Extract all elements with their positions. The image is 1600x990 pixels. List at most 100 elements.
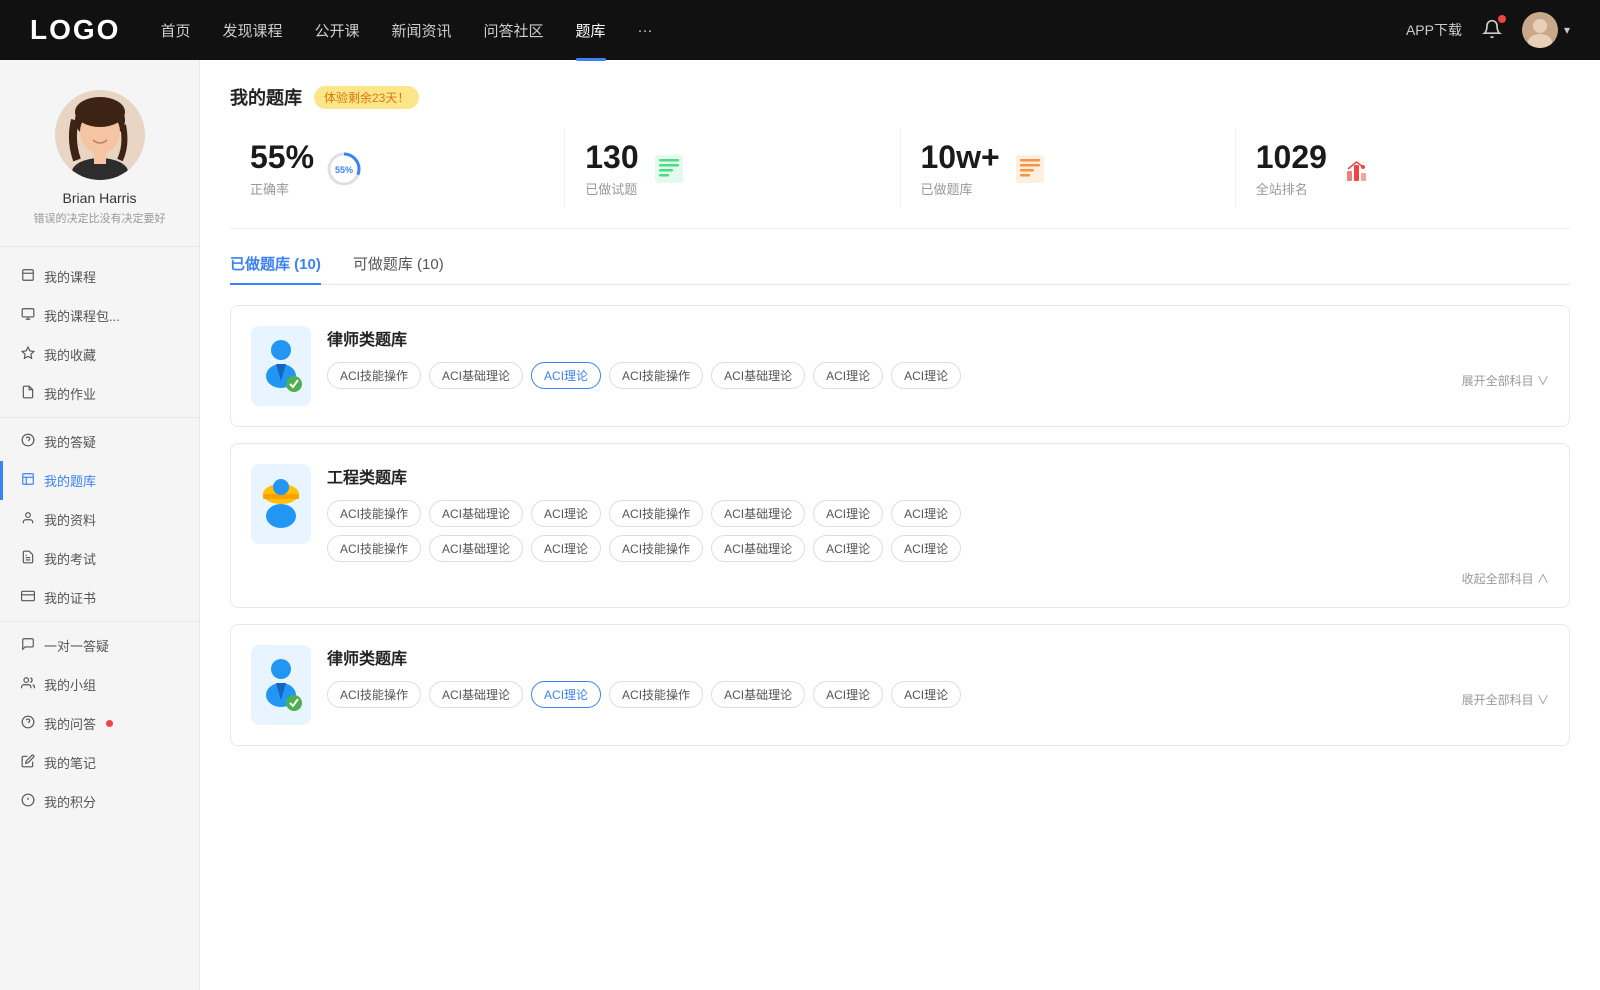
collapse-link-2[interactable]: 收起全部科目 ∧ bbox=[327, 570, 1549, 587]
expand-link-3[interactable]: 展开全部科目 ∨ bbox=[1462, 691, 1549, 708]
tag[interactable]: ACI基础理论 bbox=[429, 535, 523, 562]
qbank-card-3: 律师类题库 ACI技能操作 ACI基础理论 ACI理论 ACI技能操作 ACI基… bbox=[230, 624, 1570, 746]
logo[interactable]: LOGO bbox=[30, 14, 120, 46]
sidebar-item-my-courses[interactable]: 我的课程 bbox=[0, 257, 199, 296]
sidebar-item-course-packages[interactable]: 我的课程包... bbox=[0, 296, 199, 335]
qbank-card-2: 工程类题库 ACI技能操作 ACI基础理论 ACI理论 ACI技能操作 ACI基… bbox=[230, 443, 1570, 608]
sidebar-label: 我的资料 bbox=[44, 510, 96, 529]
expand-link-1[interactable]: 展开全部科目 ∨ bbox=[1462, 372, 1549, 389]
tag[interactable]: ACI理论 bbox=[813, 362, 883, 389]
chevron-icon: ▾ bbox=[1564, 23, 1570, 37]
notification-badge bbox=[1498, 15, 1506, 23]
tag[interactable]: ACI理论 bbox=[531, 535, 601, 562]
unread-dot bbox=[106, 720, 113, 727]
stat-rank-value: 1029 bbox=[1256, 140, 1327, 175]
points-icon bbox=[20, 793, 36, 810]
notification-bell[interactable] bbox=[1482, 19, 1502, 42]
page-title-row: 我的题库 体验剩余23天！ bbox=[230, 84, 1570, 110]
tag[interactable]: ACI基础理论 bbox=[429, 500, 523, 527]
tag[interactable]: ACI理论 bbox=[813, 681, 883, 708]
nav-discover[interactable]: 发现课程 bbox=[222, 20, 282, 41]
trial-badge: 体验剩余23天！ bbox=[314, 86, 419, 109]
cert-icon bbox=[20, 589, 36, 606]
done-banks-icon bbox=[1012, 151, 1048, 187]
qbank-title-3: 律师类题库 bbox=[327, 645, 1549, 669]
tag[interactable]: ACI基础理论 bbox=[429, 681, 523, 708]
tag[interactable]: ACI技能操作 bbox=[327, 500, 421, 527]
navbar: LOGO 首页 发现课程 公开课 新闻资讯 问答社区 题库 ··· APP下载 bbox=[0, 0, 1600, 60]
nav-more[interactable]: ··· bbox=[638, 22, 653, 39]
nav-question-bank[interactable]: 题库 bbox=[576, 20, 606, 41]
nav-open-course[interactable]: 公开课 bbox=[314, 20, 359, 41]
tag[interactable]: ACI技能操作 bbox=[609, 362, 703, 389]
tag[interactable]: ACI理论 bbox=[891, 500, 961, 527]
stat-accuracy-label: 正确率 bbox=[250, 179, 314, 198]
main-content: 我的题库 体验剩余23天！ 55% 正确率 55% bbox=[200, 60, 1600, 990]
divider bbox=[0, 417, 199, 418]
notes-icon bbox=[20, 754, 36, 771]
navbar-right: APP下载 ▾ bbox=[1406, 12, 1570, 48]
tag[interactable]: ACI技能操作 bbox=[327, 362, 421, 389]
tag[interactable]: ACI技能操作 bbox=[609, 535, 703, 562]
nav-home[interactable]: 首页 bbox=[160, 20, 190, 41]
qbank-content-1: 律师类题库 ACI技能操作 ACI基础理论 ACI理论 ACI技能操作 ACI基… bbox=[327, 326, 1549, 389]
tag[interactable]: ACI基础理论 bbox=[711, 681, 805, 708]
sidebar-item-groups[interactable]: 我的小组 bbox=[0, 665, 199, 704]
stat-rank-info: 1029 全站排名 bbox=[1256, 140, 1327, 198]
sidebar-label: 我的证书 bbox=[44, 588, 96, 607]
sidebar-label: 我的课程 bbox=[44, 267, 96, 286]
sidebar-label: 我的课程包... bbox=[44, 306, 120, 325]
sidebar-item-points[interactable]: 我的积分 bbox=[0, 782, 199, 821]
tag[interactable]: ACI技能操作 bbox=[327, 681, 421, 708]
stat-banks-value: 10w+ bbox=[921, 140, 1000, 175]
sidebar-label: 我的题库 bbox=[44, 471, 96, 490]
divider-2 bbox=[0, 621, 199, 622]
sidebar-item-1on1[interactable]: 一对一答疑 bbox=[0, 626, 199, 665]
tag[interactable]: ACI理论 bbox=[891, 362, 961, 389]
sidebar-item-exam[interactable]: 我的考试 bbox=[0, 539, 199, 578]
question-bank-icon bbox=[20, 472, 36, 489]
qbank-title-1: 律师类题库 bbox=[327, 326, 1549, 350]
stat-rank: 1029 全站排名 bbox=[1236, 130, 1570, 208]
tag[interactable]: ACI基础理论 bbox=[711, 500, 805, 527]
rank-icon bbox=[1339, 151, 1375, 187]
tag[interactable]: ACI理论 bbox=[813, 500, 883, 527]
stat-done-label: 已做试题 bbox=[585, 179, 638, 198]
tag[interactable]: ACI技能操作 bbox=[609, 681, 703, 708]
tag-active[interactable]: ACI理论 bbox=[531, 681, 601, 708]
sidebar-item-certificate[interactable]: 我的证书 bbox=[0, 578, 199, 617]
sidebar-item-profile[interactable]: 我的资料 bbox=[0, 500, 199, 539]
page-title: 我的题库 bbox=[230, 84, 302, 110]
tag[interactable]: ACI理论 bbox=[531, 500, 601, 527]
tag[interactable]: ACI基础理论 bbox=[711, 362, 805, 389]
sidebar-item-question-bank[interactable]: 我的题库 bbox=[0, 461, 199, 500]
nav-news[interactable]: 新闻资讯 bbox=[392, 20, 452, 41]
sidebar-item-qa[interactable]: 我的答疑 bbox=[0, 422, 199, 461]
sidebar-item-homework[interactable]: 我的作业 bbox=[0, 374, 199, 413]
sidebar-item-my-qa[interactable]: 我的问答 bbox=[0, 704, 199, 743]
star-icon bbox=[20, 346, 36, 363]
nav-qa[interactable]: 问答社区 bbox=[484, 20, 544, 41]
tag[interactable]: ACI技能操作 bbox=[609, 500, 703, 527]
qbank-header-3: 律师类题库 ACI技能操作 ACI基础理论 ACI理论 ACI技能操作 ACI基… bbox=[251, 645, 1549, 725]
tags-row-2b: ACI技能操作 ACI基础理论 ACI理论 ACI技能操作 ACI基础理论 AC… bbox=[327, 535, 1549, 562]
stat-accuracy-value: 55% bbox=[250, 140, 314, 175]
qbank-content-3: 律师类题库 ACI技能操作 ACI基础理论 ACI理论 ACI技能操作 ACI基… bbox=[327, 645, 1549, 708]
sidebar-item-notes[interactable]: 我的笔记 bbox=[0, 743, 199, 782]
tag[interactable]: ACI理论 bbox=[813, 535, 883, 562]
app-download-link[interactable]: APP下载 bbox=[1406, 20, 1462, 40]
tab-available[interactable]: 可做题库 (10) bbox=[353, 253, 444, 284]
tag[interactable]: ACI基础理论 bbox=[711, 535, 805, 562]
user-avatar-nav[interactable]: ▾ bbox=[1522, 12, 1570, 48]
tag[interactable]: ACI理论 bbox=[891, 535, 961, 562]
sidebar-label: 我的收藏 bbox=[44, 345, 96, 364]
groups-icon bbox=[20, 676, 36, 693]
tag-active[interactable]: ACI理论 bbox=[531, 362, 601, 389]
done-questions-icon bbox=[651, 151, 687, 187]
sidebar-item-favorites[interactable]: 我的收藏 bbox=[0, 335, 199, 374]
tag[interactable]: ACI技能操作 bbox=[327, 535, 421, 562]
tab-done[interactable]: 已做题库 (10) bbox=[230, 253, 321, 284]
tag[interactable]: ACI理论 bbox=[891, 681, 961, 708]
tag[interactable]: ACI基础理论 bbox=[429, 362, 523, 389]
stats-row: 55% 正确率 55% 130 已做试题 bbox=[230, 130, 1570, 229]
